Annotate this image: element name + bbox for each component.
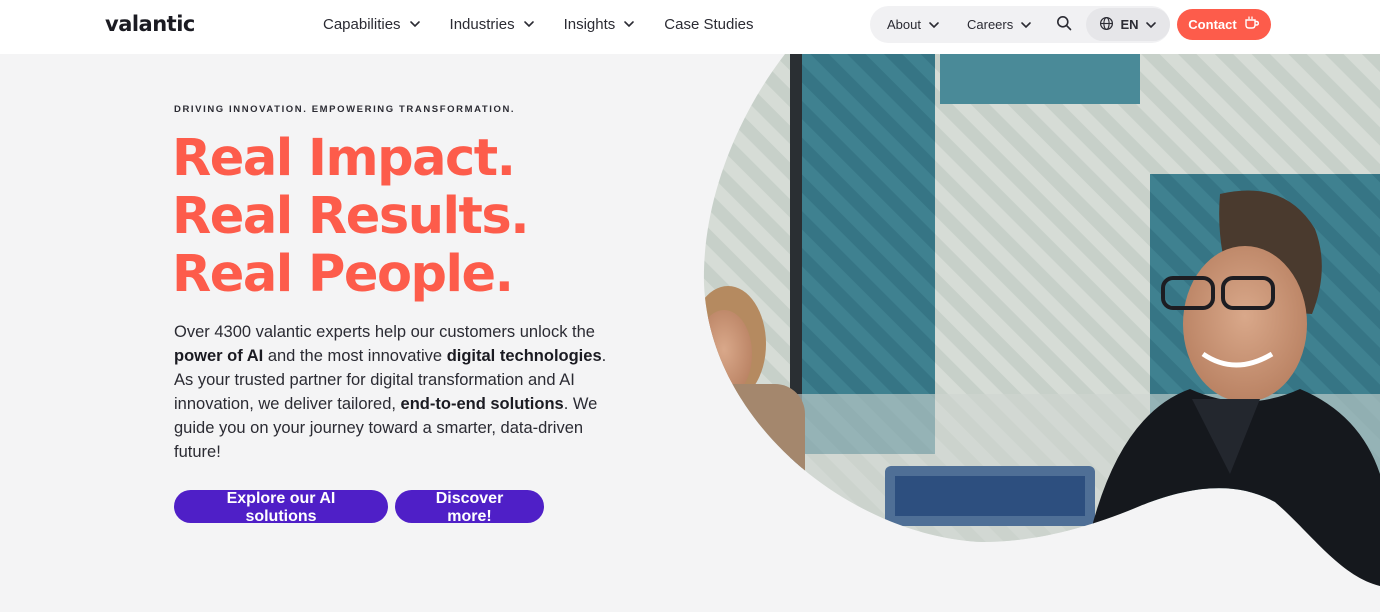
- nav-item-label: Insights: [563, 15, 616, 33]
- intro-text: Over 4300 valantic experts help our cust…: [174, 323, 595, 341]
- chevron-down-icon: [1020, 19, 1032, 31]
- nav-item-label: Case Studies: [664, 15, 754, 33]
- hero-intro: Over 4300 valantic experts help our cust…: [174, 320, 614, 464]
- discover-more-button[interactable]: Discover more!: [395, 490, 544, 525]
- contact-label: Contact: [1188, 17, 1237, 32]
- nav-item-industries[interactable]: Industries: [450, 16, 535, 33]
- nav-item-insights[interactable]: Insights: [564, 16, 636, 33]
- main-nav: Capabilities Industries Insights Case St…: [323, 0, 754, 48]
- util-item-about[interactable]: About: [887, 6, 940, 43]
- language-label: EN: [1120, 17, 1139, 32]
- chevron-down-icon: [1145, 19, 1157, 31]
- nav-item-label: Industries: [449, 15, 515, 33]
- chevron-down-icon: [523, 18, 535, 30]
- site-header: valantic Capabilities Industries Insight…: [0, 0, 1380, 54]
- chevron-down-icon: [928, 19, 940, 31]
- globe-icon: [1099, 16, 1114, 34]
- nav-item-capabilities[interactable]: Capabilities: [323, 16, 421, 33]
- explore-ai-solutions-button[interactable]: Explore our AI solutions: [174, 490, 388, 525]
- language-selector[interactable]: EN: [1086, 8, 1170, 41]
- util-item-label: Careers: [967, 17, 1014, 32]
- cta-row: Explore our AI solutions Discover more!: [174, 490, 544, 525]
- nav-item-case-studies[interactable]: Case Studies: [664, 16, 753, 33]
- valantic-logo[interactable]: valantic: [105, 12, 195, 36]
- search-icon: [1056, 15, 1072, 34]
- hero-headline: Real Impact. Real Results. Real People.: [172, 129, 530, 304]
- chevron-down-icon: [409, 18, 421, 30]
- intro-bold: power of AI: [174, 347, 264, 365]
- util-item-careers[interactable]: Careers: [967, 6, 1032, 43]
- intro-text: and the most innovative: [263, 347, 447, 365]
- search-button[interactable]: [1056, 6, 1072, 43]
- intro-bold: digital technologies: [446, 347, 602, 365]
- headline-line: Real People.: [172, 245, 514, 304]
- coffee-cup-icon: [1244, 16, 1260, 33]
- nav-item-label: Capabilities: [323, 15, 401, 33]
- headline-line: Real Results.: [172, 187, 530, 246]
- util-item-label: About: [887, 17, 921, 32]
- headline-line: Real Impact.: [172, 129, 516, 188]
- hero-eyebrow: DRIVING INNOVATION. EMPOWERING TRANSFORM…: [174, 104, 516, 115]
- intro-bold: end-to-end solutions: [400, 395, 564, 413]
- hero-photo: [703, 54, 1380, 586]
- contact-button[interactable]: Contact: [1177, 9, 1271, 40]
- utility-nav: About Careers EN: [870, 6, 1170, 43]
- chevron-down-icon: [623, 18, 635, 30]
